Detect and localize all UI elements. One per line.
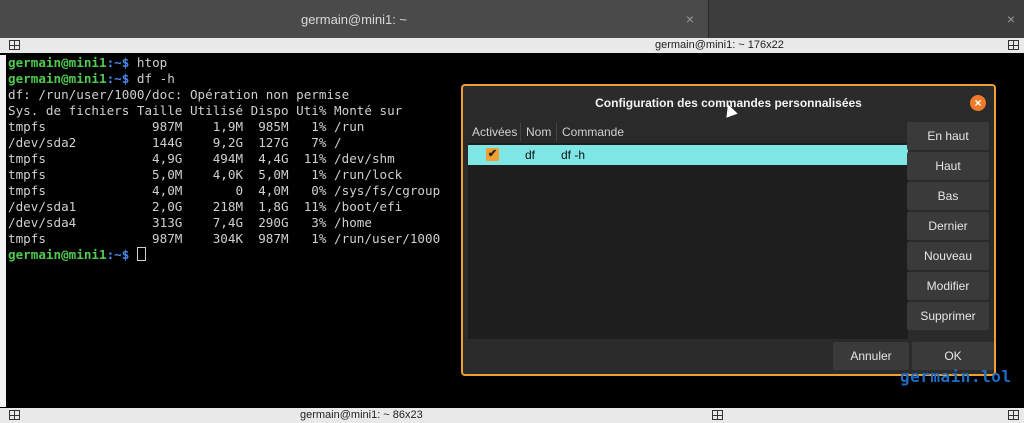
close-icon[interactable]: × xyxy=(970,95,986,111)
close-icon[interactable]: × xyxy=(1007,11,1015,27)
tab-terminal-1[interactable]: germain@mini1: ~ × xyxy=(0,0,708,38)
column-divider xyxy=(556,123,557,141)
split-terminal-icon[interactable] xyxy=(9,40,20,50)
terminal-output: germain@mini1:~$ htop germain@mini1:~$ d… xyxy=(8,55,440,263)
prompt-user: germain@mini1 xyxy=(8,55,107,70)
table-row: /dev/sda2 144G 9,2G 127G 7% / xyxy=(8,135,342,150)
command-name: df xyxy=(525,148,536,162)
table-row: tmpfs 987M 304K 987M 1% /run/user/1000 xyxy=(8,231,441,246)
split-terminal-icon[interactable] xyxy=(1008,410,1019,420)
edit-button[interactable]: Modifier xyxy=(907,272,989,300)
tab-label: germain@mini1: ~ xyxy=(300,11,408,27)
column-header[interactable]: Activées xyxy=(472,125,517,139)
command-value: df -h xyxy=(561,148,586,162)
ok-button[interactable]: OK xyxy=(912,342,994,370)
prompt-path: :~$ xyxy=(106,247,130,262)
move-down-button[interactable]: Bas xyxy=(907,182,989,210)
terminal-titlebar-bottom: germain@mini1: ~ 86x23 xyxy=(0,408,1024,423)
tab-bar: germain@mini1: ~ × × xyxy=(0,0,1024,38)
error-line: df: /run/user/1000/doc: Opération non pe… xyxy=(8,87,350,102)
check-icon[interactable]: ✔ xyxy=(486,148,499,161)
column-header[interactable]: Commande xyxy=(562,125,624,139)
table-row: tmpfs 4,9G 494M 4,4G 11% /dev/shm xyxy=(8,151,395,166)
close-icon[interactable]: × xyxy=(686,11,694,27)
table-row: /dev/sda4 313G 7,4G 290G 3% /home xyxy=(8,215,372,230)
split-terminal-icon[interactable] xyxy=(9,410,20,420)
move-top-button[interactable]: En haut xyxy=(907,122,989,150)
command-line: df -h xyxy=(136,71,175,86)
cancel-button[interactable]: Annuler xyxy=(833,342,909,370)
delete-button[interactable]: Supprimer xyxy=(907,302,989,330)
terminal-title: germain@mini1: ~ 176x22 xyxy=(655,39,784,51)
commands-list[interactable]: Activées Nom Commande ✔ df df -h xyxy=(468,121,908,339)
table-row: /dev/sda1 2,0G 218M 1,8G 11% /boot/efi xyxy=(8,199,403,214)
prompt-user: germain@mini1 xyxy=(8,247,107,262)
prompt-path: :~$ xyxy=(106,55,130,70)
column-header[interactable]: Nom xyxy=(526,125,551,139)
move-up-button[interactable]: Haut xyxy=(907,152,989,180)
watermark: germain.lol xyxy=(900,367,1012,386)
table-header: Sys. de fichiers Taille Utilisé Dispo Ut… xyxy=(8,103,403,118)
column-divider xyxy=(520,123,521,141)
split-terminal-icon[interactable] xyxy=(1008,40,1019,50)
prompt-user: germain@mini1 xyxy=(8,71,107,86)
list-item[interactable]: ✔ df df -h xyxy=(468,145,908,165)
new-button[interactable]: Nouveau xyxy=(907,242,989,270)
table-row: tmpfs 4,0M 0 4,0M 0% /sys/fs/cgroup xyxy=(8,183,441,198)
terminal-title: germain@mini1: ~ 86x23 xyxy=(300,409,423,421)
prompt-path: :~$ xyxy=(106,71,130,86)
custom-commands-dialog: Configuration des commandes personnalisé… xyxy=(461,84,996,376)
terminal-titlebar-top: germain@mini1: ~ 176x22 xyxy=(0,38,1024,53)
move-bottom-button[interactable]: Dernier xyxy=(907,212,989,240)
tab-terminal-2[interactable]: × xyxy=(708,0,1024,38)
split-terminal-icon[interactable] xyxy=(712,410,723,420)
list-header: Activées Nom Commande xyxy=(468,121,908,143)
table-row: tmpfs 5,0M 4,0K 5,0M 1% /run/lock xyxy=(8,167,403,182)
table-row: tmpfs 987M 1,9M 985M 1% /run xyxy=(8,119,365,134)
command-line: htop xyxy=(136,55,168,70)
terminal-cursor[interactable] xyxy=(136,247,146,261)
